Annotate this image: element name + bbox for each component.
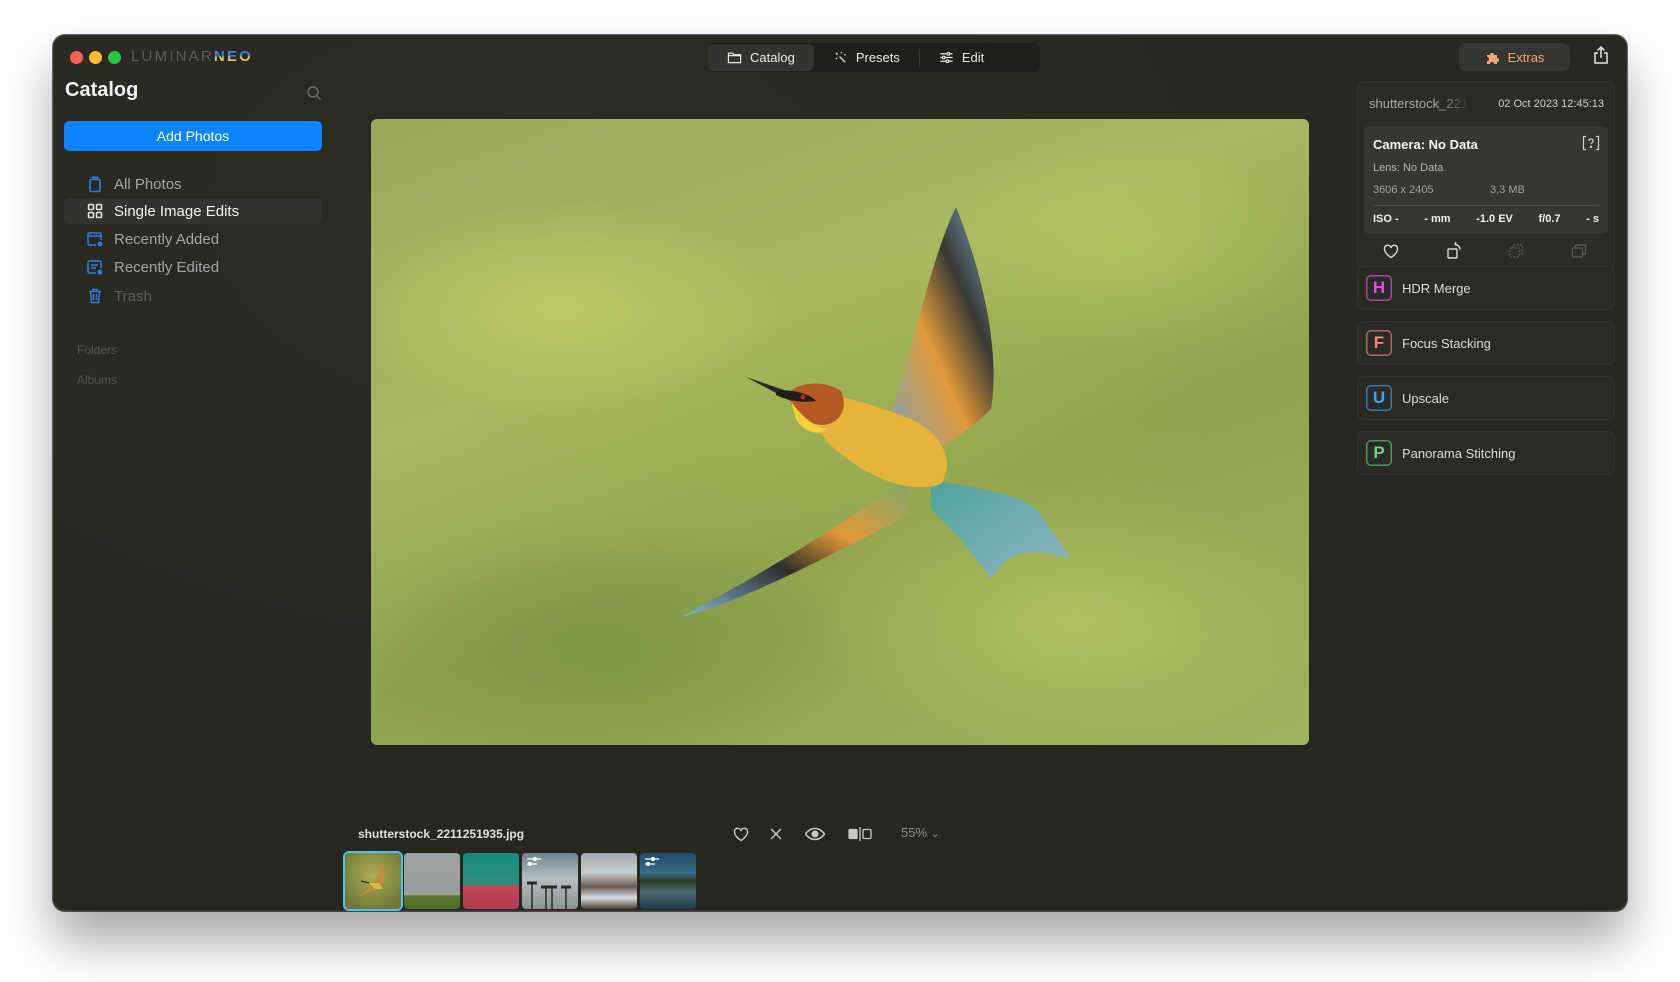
exif-panel: Camera: No Data Lens: No Data 3606 x 240… [1364,126,1608,234]
exif-focal-length: - mm [1424,213,1451,225]
extra-label: Panorama Stitching [1402,445,1516,461]
extra-panorama-stitching[interactable]: P Panorama Stitching [1357,431,1615,475]
help-icon[interactable] [1582,135,1600,151]
thumbnail-field[interactable] [404,853,460,909]
section-albums[interactable]: Albums [77,373,117,387]
extra-focus-stacking[interactable]: F Focus Stacking [1357,321,1615,365]
thumbnail-lake[interactable] [640,853,696,909]
thumbnail-bird[interactable] [345,853,401,909]
panorama-stitching-icon: P [1366,440,1392,466]
thumbnail-bird-image [359,863,385,897]
favorite-heart-icon[interactable] [1382,242,1400,260]
paste-adjustments-icon[interactable] [1570,242,1588,260]
rotate-icon[interactable] [1445,242,1463,260]
extra-label: Focus Stacking [1402,335,1491,351]
close-window-button[interactable] [70,51,83,64]
sidebar-item-label: Recently Edited [114,258,220,276]
copy-adjustments-icon[interactable] [1507,242,1525,260]
chevron-down-icon: ⌄ [930,828,940,840]
section-folders[interactable]: Folders [77,343,117,357]
extra-label: HDR Merge [1402,280,1471,296]
app-window: LUMINARNEO Catalog Presets Edit Extras C… [53,35,1627,911]
bird-tail [931,479,1071,579]
extras-button[interactable]: Extras [1459,43,1570,71]
bird-illustration [681,207,1071,617]
upscale-icon: U [1366,385,1392,411]
tab-edit[interactable]: Edit [920,44,1003,71]
add-photos-button[interactable]: Add Photos [64,121,322,151]
thumbnail-mountains[interactable] [581,853,637,909]
info-filename: shutterstock_2211251935 [1369,96,1469,111]
heart-icon[interactable] [732,825,750,843]
image-dimensions: 3606 x 2405 [1373,184,1434,196]
focus-stacking-icon: F [1366,330,1392,356]
trash-icon [89,288,101,304]
folder-icon [727,52,742,64]
palm-silhouettes [527,881,571,909]
file-size: 3,3 MB [1490,184,1525,196]
thumbnail-palms[interactable] [522,853,578,909]
logo-text-neo: NEO [213,48,254,65]
extra-upscale[interactable]: U Upscale [1357,376,1615,420]
extra-label: Upscale [1402,390,1449,406]
puzzle-icon [1486,53,1499,64]
search-icon[interactable] [306,85,322,101]
bird-eye [800,394,806,400]
filmstrip [345,853,696,909]
share-icon[interactable] [1590,44,1612,66]
tab-presets[interactable]: Presets [814,44,919,71]
extra-hdr-merge[interactable]: H HDR Merge [1357,266,1615,310]
logo-text-luminar: LUMINAR [131,48,214,65]
sidebar-item-all-photos[interactable]: All Photos [64,171,322,197]
zoom-window-button[interactable] [108,51,121,64]
zoom-level-dropdown[interactable]: 55% ⌄ [901,825,940,840]
lens-label: Lens: No Data [1373,162,1444,174]
sidebar-item-label: Single Image Edits [114,202,240,220]
grid-icon [87,203,103,219]
photo-info-card: shutterstock_2211251935 02 Oct 2023 12:4… [1357,81,1615,273]
sidebar-item-label: Trash [114,287,152,305]
exif-exposure-comp: -1.0 EV [1476,213,1513,225]
bird-lower-wing [681,479,911,617]
edited-indicator-icon [645,856,659,867]
magic-wand-icon [835,51,846,63]
main-photo[interactable] [371,119,1309,745]
all-photos-icon [89,176,101,193]
exif-shutter: - s [1586,213,1599,225]
exif-divider [1373,205,1599,206]
tab-edit-label: Edit [961,50,985,65]
app-logo: LUMINARNEO [131,48,253,65]
photo-filename: shutterstock_2211251935.jpg [358,827,525,841]
info-card-actions [1358,242,1614,264]
eye-icon[interactable] [804,825,826,843]
sidebar-item-recently-added[interactable]: Recently Added [64,226,322,252]
sidebar-item-single-image-edits[interactable]: Single Image Edits [64,198,322,224]
sidebar-item-trash[interactable]: Trash [64,283,322,309]
recently-added-icon [87,232,104,248]
thumbnail-dunes[interactable] [463,853,519,909]
sidebar-item-label: Recently Added [114,230,220,248]
sliders-icon [940,51,953,64]
mode-tabs: Catalog Presets Edit [708,43,1040,72]
recently-edited-icon [87,260,104,276]
info-date: 02 Oct 2023 12:45:13 [1498,98,1604,110]
extras-label: Extras [1507,49,1545,65]
minimize-window-button[interactable] [89,51,102,64]
sidebar-title: Catalog [65,79,139,101]
exif-values: ISO - - mm -1.0 EV f/0.7 - s [1373,213,1599,225]
sidebar-item-recently-edited[interactable]: Recently Edited [64,254,322,280]
tab-presets-label: Presets [855,50,900,65]
compare-icon[interactable] [847,825,873,843]
tab-catalog-label: Catalog [750,50,795,65]
exif-iso: ISO - [1373,213,1399,225]
camera-label: Camera: No Data [1373,137,1478,152]
reject-icon[interactable] [767,825,785,843]
tab-catalog[interactable]: Catalog [708,44,814,71]
hdr-merge-icon: H [1366,275,1392,301]
zoom-value: 55% [901,825,928,840]
sidebar-item-label: All Photos [114,175,182,193]
exif-aperture: f/0.7 [1538,213,1561,225]
